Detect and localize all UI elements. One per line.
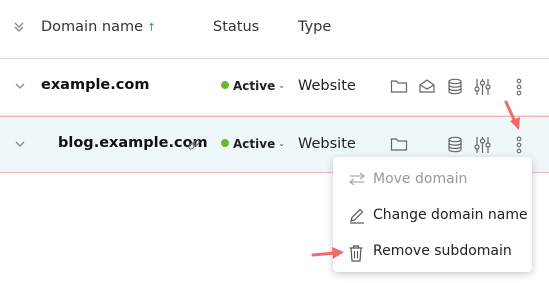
- expand-all-icon[interactable]: [12, 20, 26, 34]
- trash-icon: [349, 245, 363, 262]
- sort-ascending-icon[interactable]: ↑: [147, 21, 156, 34]
- column-header-domain-name-label: Domain name: [41, 19, 143, 35]
- domain-type: Website: [298, 78, 356, 94]
- folder-icon[interactable]: [390, 136, 408, 152]
- settings-sliders-icon[interactable]: [474, 136, 491, 154]
- menu-item-remove-subdomain[interactable]: Remove subdomain: [333, 234, 532, 270]
- domain-type: Website: [298, 136, 356, 152]
- status-active-dot: [221, 139, 229, 147]
- pencil-icon: [350, 208, 364, 224]
- status-dropdown[interactable]: Active ⌄: [221, 79, 285, 93]
- caret-down-icon: ⌄: [278, 139, 285, 148]
- table-header: Domain name ↑ Status Type: [0, 0, 549, 59]
- column-header-type[interactable]: Type: [298, 19, 331, 35]
- menu-item-label: Move domain: [373, 171, 468, 187]
- menu-item-change-domain-name[interactable]: Change domain name: [333, 198, 532, 234]
- menu-item-move-domain: Move domain: [333, 162, 532, 198]
- context-menu: Move domain Change domain name Remove su…: [333, 157, 532, 272]
- link-icon[interactable]: [187, 138, 201, 152]
- domain-name[interactable]: blog.example.com: [58, 135, 208, 151]
- annotation-arrow-icon: [311, 247, 344, 259]
- status-active-dot: [221, 81, 229, 89]
- more-options-icon[interactable]: [515, 136, 523, 154]
- folder-icon[interactable]: [390, 78, 408, 94]
- more-options-icon[interactable]: [515, 78, 523, 96]
- mail-icon[interactable]: [418, 78, 436, 94]
- column-header-status[interactable]: Status: [213, 19, 259, 35]
- chevron-down-icon[interactable]: [14, 81, 26, 91]
- status-label: Active: [233, 79, 276, 93]
- move-arrows-icon: [349, 172, 365, 186]
- caret-down-icon: ⌄: [278, 81, 285, 90]
- database-icon[interactable]: [447, 136, 463, 153]
- menu-item-label: Remove subdomain: [373, 243, 512, 259]
- database-icon[interactable]: [447, 78, 463, 95]
- domain-name[interactable]: example.com: [41, 77, 149, 93]
- status-dropdown[interactable]: Active ⌄: [221, 137, 285, 151]
- column-header-domain-name[interactable]: Domain name ↑: [41, 19, 156, 35]
- annotation-arrow-icon: [504, 100, 520, 130]
- settings-sliders-icon[interactable]: [474, 78, 491, 96]
- chevron-down-icon[interactable]: [14, 139, 26, 149]
- table-row: example.com Active ⌄ Website: [0, 59, 549, 116]
- status-label: Active: [233, 137, 276, 151]
- menu-item-label: Change domain name: [373, 207, 528, 223]
